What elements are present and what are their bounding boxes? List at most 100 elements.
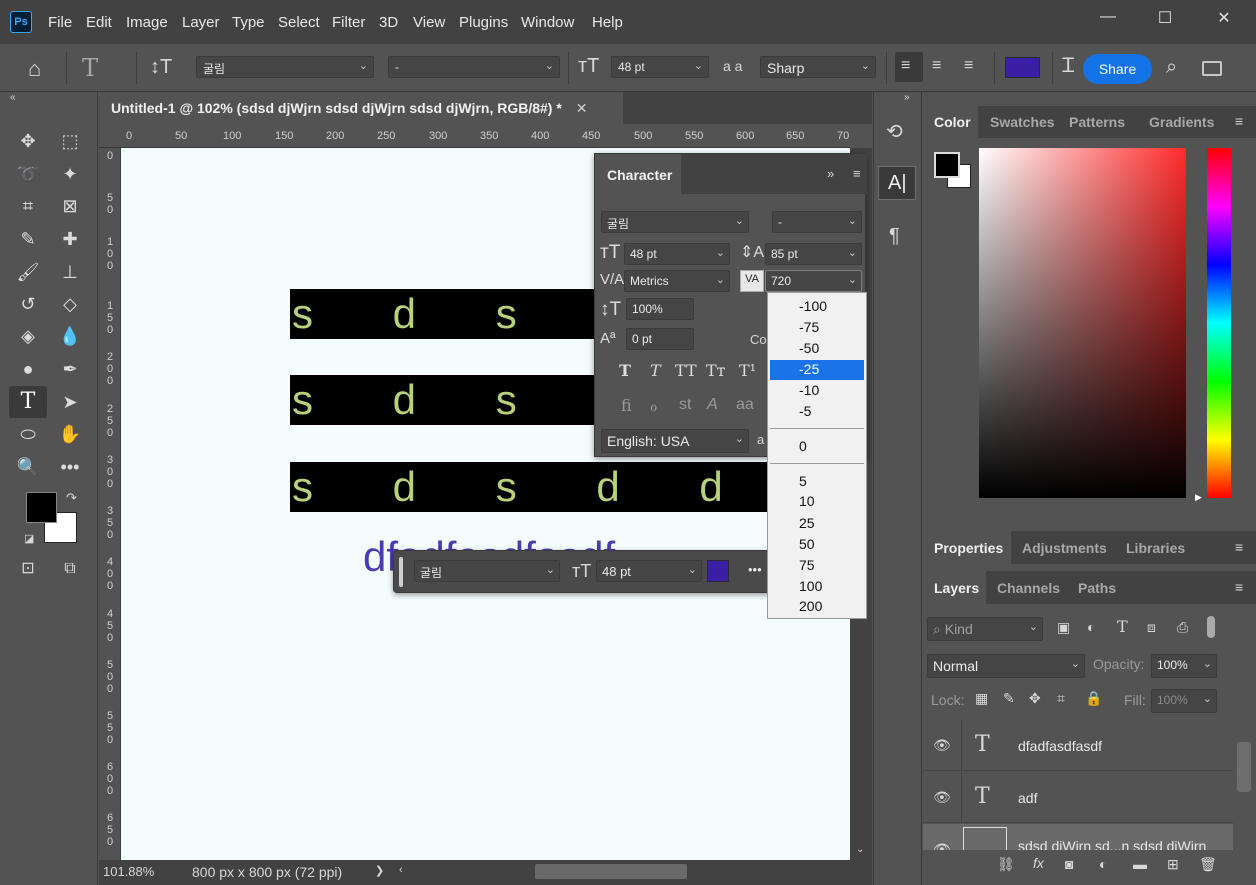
char-font-family-select[interactable]: 굴림 ⌄: [601, 211, 749, 233]
healing-brush-tool-icon[interactable]: ✚: [55, 225, 85, 253]
tracking-option[interactable]: -10: [770, 381, 864, 401]
font-family-select[interactable]: 굴림 ⌄: [196, 56, 374, 78]
pen-tool-icon[interactable]: ✒: [55, 355, 85, 383]
panel-menu-icon[interactable]: ≡: [1235, 579, 1243, 595]
filter-smart-object-icon[interactable]: ⎙: [1177, 619, 1188, 636]
color-field[interactable]: [979, 148, 1186, 498]
old-style-icon[interactable]: ℴ: [650, 396, 657, 416]
status-menu-arrow[interactable]: ❯: [375, 864, 384, 877]
menu-file[interactable]: File: [48, 14, 72, 31]
filter-pixel-icon[interactable]: ▣: [1057, 619, 1070, 636]
marquee-tool-icon[interactable]: ⬚: [55, 127, 85, 155]
font-size-select[interactable]: 48 pt ⌄: [611, 56, 709, 78]
horizontal-scroll-thumb[interactable]: [535, 864, 687, 879]
char-tracking-select[interactable]: 720 ⌄: [765, 270, 862, 292]
frame-tool-icon[interactable]: ⊠: [55, 192, 85, 220]
quick-mask-icon[interactable]: ⊡: [13, 555, 43, 583]
maximize-button[interactable]: ☐: [1150, 8, 1180, 30]
home-icon[interactable]: ⌂: [28, 56, 41, 82]
menu-type[interactable]: Type: [232, 14, 265, 31]
float-font-family-select[interactable]: 굴림 ⌄: [414, 560, 560, 582]
lock-all-icon[interactable]: 🔒: [1085, 690, 1102, 707]
superscript-icon[interactable]: T¹: [739, 361, 756, 380]
tab-swatches[interactable]: Swatches: [990, 114, 1055, 130]
link-layers-icon[interactable]: ⛓: [997, 856, 1015, 873]
ligatures-icon[interactable]: fi: [621, 396, 632, 415]
tab-libraries[interactable]: Libraries: [1126, 540, 1185, 556]
collapse-dock-icon[interactable]: »: [904, 92, 910, 103]
visibility-eye-icon[interactable]: 👁: [933, 789, 951, 806]
layer-row-selected[interactable]: 👁 sdsd djWjrn sd...n sdsd djWjrn: [923, 824, 1233, 850]
tracking-option[interactable]: -50: [770, 339, 864, 359]
eyedropper-tool-icon[interactable]: ✎: [13, 225, 43, 253]
paint-bucket-tool-icon[interactable]: ◈: [13, 322, 43, 350]
hand-tool-icon[interactable]: ✋: [55, 420, 85, 448]
layer-row[interactable]: 👁 T adf: [923, 772, 1233, 823]
workspace-icon[interactable]: [1202, 61, 1222, 76]
swash-icon[interactable]: A: [707, 396, 718, 414]
tracking-option[interactable]: 0: [770, 437, 864, 457]
float-text-color-swatch[interactable]: [707, 560, 729, 582]
tab-patterns[interactable]: Patterns: [1069, 114, 1125, 130]
layer-name[interactable]: sdsd djWjrn sd...n sdsd djWjrn: [1018, 838, 1206, 850]
layer-row[interactable]: 👁 T dfadfasdfasdf: [923, 720, 1233, 771]
lock-position-icon[interactable]: ✥: [1029, 690, 1041, 707]
more-tools-icon[interactable]: •••: [55, 453, 85, 481]
more-options-icon[interactable]: •••: [748, 562, 762, 577]
minimize-button[interactable]: —: [1093, 8, 1123, 30]
menu-window[interactable]: Window: [521, 14, 574, 31]
anti-alias-select[interactable]: Sharp ⌄: [760, 56, 876, 78]
delete-layer-icon[interactable]: 🗑: [1199, 856, 1217, 873]
character-panel-button[interactable]: A|: [878, 166, 916, 200]
text-layer-line-3[interactable]: s d s d d j W: [290, 462, 770, 512]
history-brush-tool-icon[interactable]: ↺: [13, 290, 43, 318]
layers-scrollbar[interactable]: [1237, 742, 1251, 792]
char-font-style-select[interactable]: - ⌄: [772, 211, 862, 233]
blur-tool-icon[interactable]: 💧: [55, 322, 85, 350]
drag-handle[interactable]: [399, 557, 403, 587]
add-mask-icon[interactable]: ◙: [1065, 856, 1073, 872]
tracking-option[interactable]: 75: [770, 556, 864, 576]
faux-italic-icon[interactable]: T: [650, 361, 661, 380]
char-leading-select[interactable]: 85 pt ⌄: [765, 243, 862, 265]
warp-text-icon[interactable]: Ꮖ: [1062, 55, 1075, 78]
discretionary-ligatures-icon[interactable]: st: [679, 396, 691, 414]
tracking-option-selected[interactable]: -25: [770, 360, 864, 380]
char-baseline-shift-field[interactable]: 0 pt: [626, 328, 694, 350]
visibility-eye-icon[interactable]: 👁: [933, 841, 951, 850]
align-right-icon[interactable]: ≡: [964, 57, 973, 75]
path-selection-tool-icon[interactable]: ➤: [55, 388, 85, 416]
brush-tool-icon[interactable]: 🖌: [13, 258, 43, 286]
paragraph-panel-icon[interactable]: ¶: [889, 225, 900, 248]
new-group-icon[interactable]: ▬: [1133, 856, 1147, 872]
move-tool-icon[interactable]: ✥: [13, 127, 43, 155]
ellipse-tool-icon[interactable]: ⬭: [13, 420, 43, 448]
menu-3d[interactable]: 3D: [379, 14, 398, 31]
visibility-eye-icon[interactable]: 👁: [933, 737, 951, 754]
menu-layer[interactable]: Layer: [182, 14, 220, 31]
share-button[interactable]: Share: [1083, 54, 1152, 84]
tracking-option[interactable]: 5: [770, 472, 864, 492]
menu-plugins[interactable]: Plugins: [459, 14, 508, 31]
menu-filter[interactable]: Filter: [332, 14, 365, 31]
menu-help[interactable]: Help: [592, 14, 623, 31]
tab-gradients[interactable]: Gradients: [1149, 114, 1214, 130]
lasso-tool-icon[interactable]: ➰: [13, 160, 43, 188]
hue-slider[interactable]: [1207, 148, 1231, 498]
zoom-tool-icon[interactable]: 🔍: [13, 453, 43, 481]
text-color-swatch[interactable]: [1005, 57, 1040, 78]
scroll-down-icon[interactable]: ⌄: [856, 844, 864, 855]
hue-slider-handle[interactable]: ▶: [1195, 492, 1202, 503]
filter-adjustment-icon[interactable]: ◐: [1087, 619, 1095, 635]
font-style-select[interactable]: - ⌄: [388, 56, 560, 78]
fill-field[interactable]: 100% ⌄: [1151, 689, 1217, 713]
collapse-panel-icon[interactable]: »: [827, 166, 834, 181]
layer-name[interactable]: adf: [1018, 790, 1037, 806]
dodge-tool-icon[interactable]: ●: [13, 355, 43, 383]
char-vertical-scale-field[interactable]: 100%: [626, 298, 694, 320]
align-left-button[interactable]: ≡: [895, 52, 923, 82]
magic-wand-tool-icon[interactable]: ✦: [55, 160, 85, 188]
menu-view[interactable]: View: [413, 14, 445, 31]
lock-pixels-icon[interactable]: ✎: [1003, 690, 1015, 707]
panel-menu-icon[interactable]: ≡: [1235, 539, 1243, 555]
